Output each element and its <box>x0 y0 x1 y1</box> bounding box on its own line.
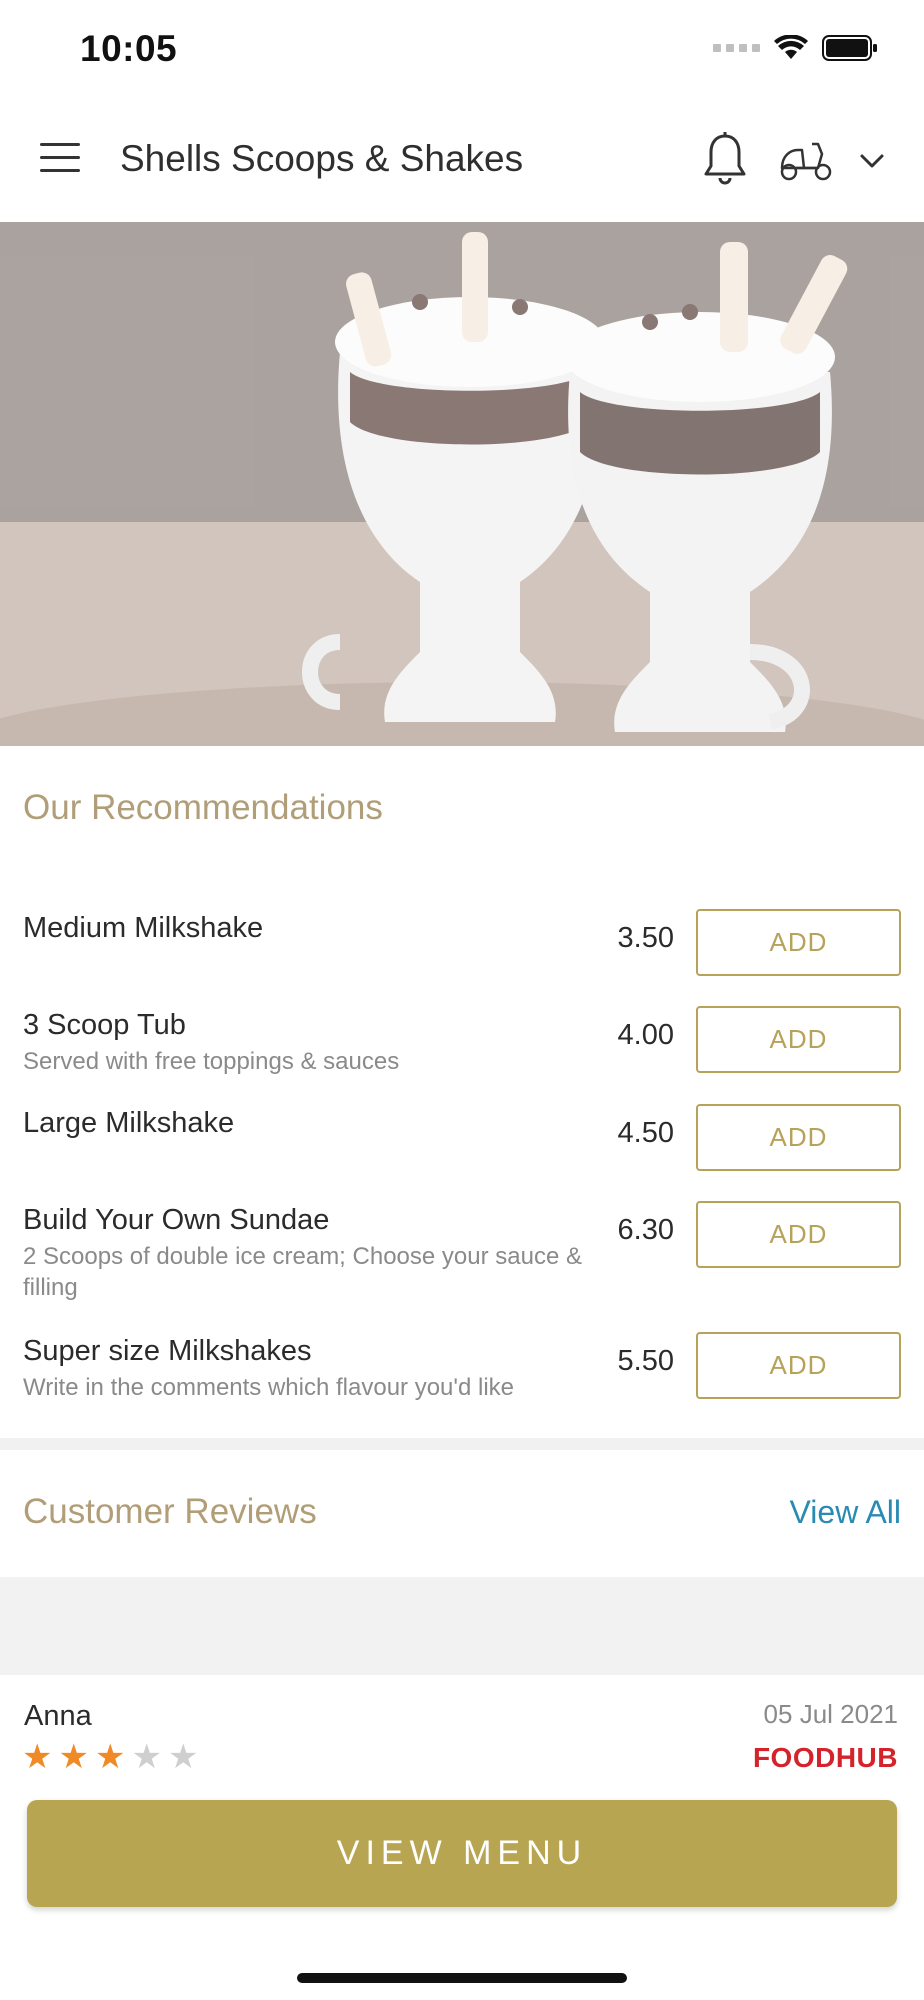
add-button[interactable]: ADD <box>696 909 901 976</box>
status-time: 10:05 <box>80 28 178 69</box>
item-description: 2 Scoops of double ice cream; Choose you… <box>23 1243 582 1301</box>
chevron-down-icon[interactable] <box>856 146 888 176</box>
star-filled-icon: ★ <box>94 1738 126 1776</box>
reviewer-name: Anna <box>24 1700 92 1732</box>
star-filled-icon: ★ <box>22 1738 53 1776</box>
add-button[interactable]: ADD <box>696 1006 901 1073</box>
app-header: Shells Scoops & Shakes <box>0 100 924 222</box>
item-price: 6.30 <box>617 1214 674 1246</box>
star-rating: ★ ★ ★ ★ ★ <box>22 1740 198 1774</box>
item-name: Medium Milkshake <box>23 912 264 944</box>
wifi-icon <box>774 35 808 59</box>
hamburger-menu-icon[interactable] <box>40 143 80 177</box>
review-date: 05 Jul 2021 <box>763 1699 898 1729</box>
view-all-link[interactable]: View All <box>790 1494 901 1531</box>
item-name: Super size Milkshakes <box>23 1335 312 1367</box>
item-price: 5.50 <box>617 1345 674 1377</box>
item-name: 3 Scoop Tub <box>23 1009 186 1041</box>
star-empty-icon: ★ <box>167 1738 199 1776</box>
battery-icon <box>822 35 877 61</box>
status-icons <box>713 34 878 62</box>
status-bar: 10:05 <box>0 0 924 100</box>
item-price: 4.50 <box>617 1117 674 1149</box>
hero-image-overlay <box>0 222 924 746</box>
recommendations-title: Our Recommendations <box>23 788 383 827</box>
item-description: Served with free toppings & sauces <box>23 1048 400 1075</box>
hero-image <box>0 222 924 746</box>
delivery-scooter-icon[interactable] <box>778 138 834 184</box>
item-price: 4.00 <box>617 1019 674 1051</box>
store-title: Shells Scoops & Shakes <box>120 138 524 179</box>
add-button[interactable]: ADD <box>696 1201 901 1268</box>
foodhub-logo: FOODHUB <box>752 1742 898 1773</box>
home-indicator[interactable] <box>297 1973 627 1983</box>
reviews-divider-band <box>0 1577 924 1675</box>
item-price: 3.50 <box>617 922 674 954</box>
notification-bell-icon[interactable] <box>700 130 750 190</box>
cellular-signal-icon <box>713 44 760 52</box>
add-button[interactable]: ADD <box>696 1332 901 1399</box>
section-divider <box>0 1438 924 1450</box>
add-button[interactable]: ADD <box>696 1104 901 1171</box>
item-name: Build Your Own Sundae <box>23 1204 330 1236</box>
item-name: Large Milkshake <box>23 1107 235 1139</box>
reviews-title: Customer Reviews <box>23 1492 317 1531</box>
star-filled-icon: ★ <box>58 1738 89 1776</box>
star-empty-icon: ★ <box>131 1738 162 1776</box>
item-description: Write in the comments which flavour you'… <box>23 1374 515 1401</box>
view-menu-button[interactable]: VIEW MENU <box>27 1800 897 1907</box>
